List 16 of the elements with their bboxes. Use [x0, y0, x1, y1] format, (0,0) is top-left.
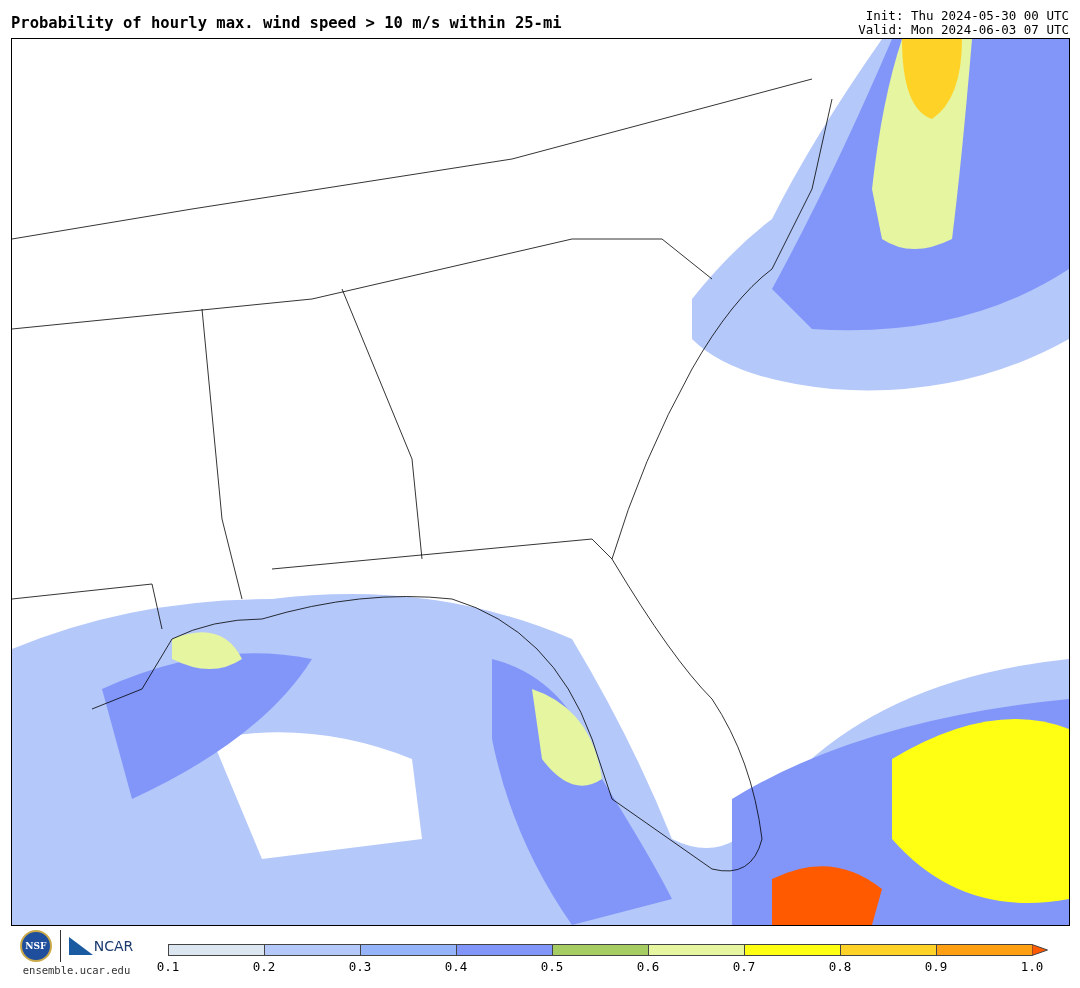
tick-label: 0.8	[827, 958, 853, 974]
ncar-logo-icon	[68, 937, 93, 955]
ncar-logo: NCAR	[93, 938, 134, 954]
tick-label: 0.5	[539, 958, 565, 974]
tick-label: 0.4	[443, 958, 469, 974]
tick-label: 0.3	[347, 958, 373, 974]
nsf-logo: NSF	[19, 930, 52, 962]
init-time: Init: Thu 2024-05-30 00 UTC	[865, 9, 1069, 23]
tick-label: 0.2	[251, 958, 277, 974]
valid-time: Valid: Mon 2024-06-03 07 UTC	[858, 23, 1069, 37]
tick-label: 0.9	[923, 958, 949, 974]
map-title: Probability of hourly max. wind speed > 10 m/s within 25-mi	[11, 14, 562, 34]
site-url: ensemble.ucar.edu	[22, 964, 131, 976]
tick-label: 0.6	[635, 958, 661, 974]
tick-label: 1.0	[1019, 958, 1045, 974]
tick-label: 0.7	[731, 958, 757, 974]
